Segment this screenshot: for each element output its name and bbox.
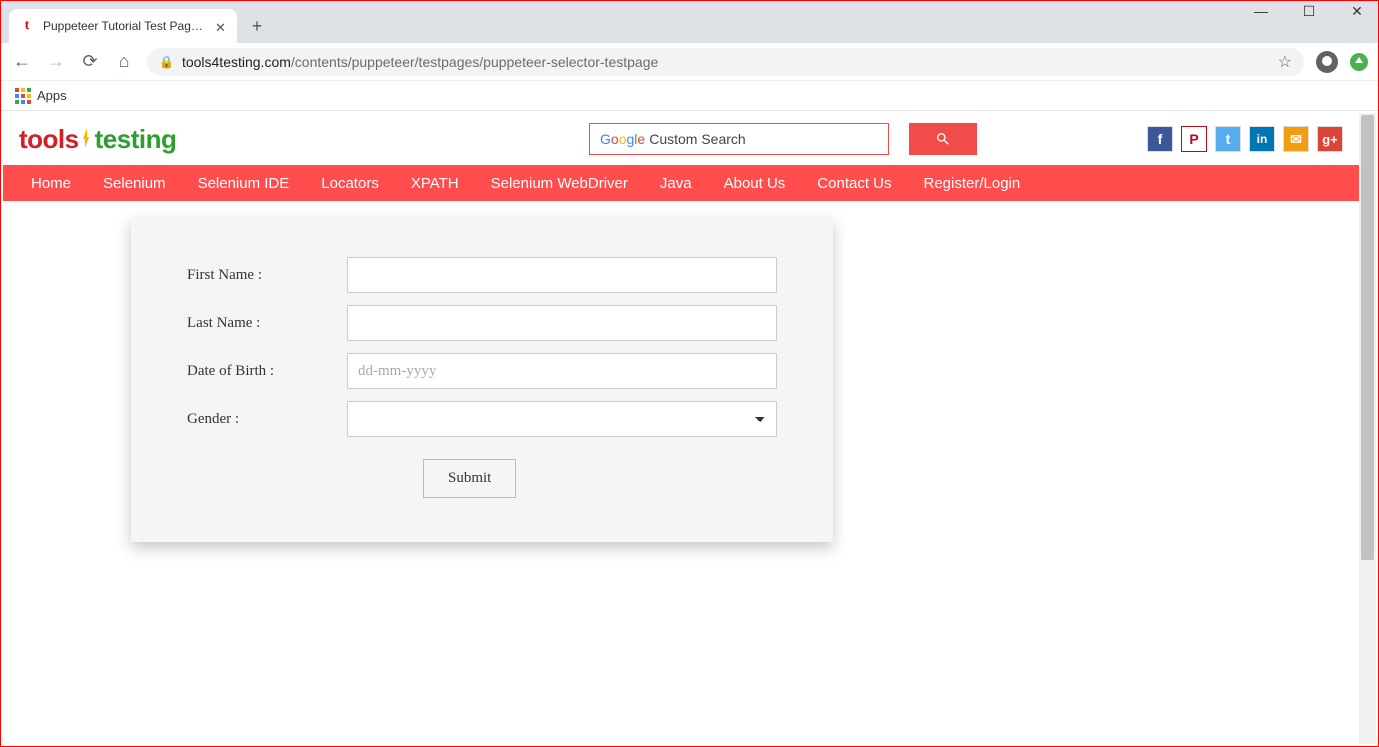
extension-icon[interactable] bbox=[1350, 53, 1368, 71]
twitter-icon[interactable]: t bbox=[1215, 126, 1241, 152]
google-custom-search-input[interactable]: Google Custom Search bbox=[589, 123, 889, 155]
main-nav: Home Selenium Selenium IDE Locators XPAT… bbox=[3, 165, 1359, 201]
last-name-label: Last Name : bbox=[187, 315, 347, 332]
lock-icon: 🔒 bbox=[159, 55, 174, 69]
gender-label: Gender : bbox=[187, 411, 347, 428]
search-button[interactable] bbox=[909, 123, 977, 155]
home-button[interactable]: ⌂ bbox=[113, 51, 135, 72]
tab-close-icon[interactable]: ✕ bbox=[215, 20, 227, 32]
first-name-label: First Name : bbox=[187, 267, 347, 284]
nav-java[interactable]: Java bbox=[644, 175, 708, 192]
form-card: First Name : Last Name : Date of Birth :… bbox=[131, 217, 833, 542]
submit-button[interactable]: Submit bbox=[423, 459, 516, 498]
pinterest-icon[interactable]: P bbox=[1181, 126, 1207, 152]
social-icons: f P t in ✉ g+ bbox=[1147, 126, 1343, 152]
nav-locators[interactable]: Locators bbox=[305, 175, 395, 192]
vertical-scrollbar[interactable] bbox=[1359, 113, 1376, 744]
nav-webdriver[interactable]: Selenium WebDriver bbox=[475, 175, 644, 192]
logo-bolt-icon bbox=[80, 128, 94, 150]
googleplus-icon[interactable]: g+ bbox=[1317, 126, 1343, 152]
logo-text-part2: testing bbox=[95, 124, 177, 155]
bookmark-star-icon[interactable]: ☆ bbox=[1278, 52, 1292, 72]
apps-grid-icon[interactable] bbox=[15, 88, 31, 104]
profile-avatar-icon[interactable] bbox=[1316, 51, 1338, 73]
search-icon bbox=[935, 131, 951, 147]
facebook-icon[interactable]: f bbox=[1147, 126, 1173, 152]
nav-contact[interactable]: Contact Us bbox=[801, 175, 907, 192]
bookmarks-bar: Apps bbox=[1, 81, 1378, 111]
url-text: tools4testing.com/contents/puppeteer/tes… bbox=[182, 54, 658, 70]
window-restore-icon[interactable]: ☐ bbox=[1294, 3, 1324, 20]
nav-register[interactable]: Register/Login bbox=[908, 175, 1037, 192]
scrollbar-thumb[interactable] bbox=[1361, 115, 1374, 560]
reload-button[interactable]: ⟳ bbox=[79, 51, 101, 72]
page-content: tools testing Google Custom Search f P t… bbox=[3, 113, 1359, 744]
nav-about[interactable]: About Us bbox=[708, 175, 802, 192]
nav-selenium[interactable]: Selenium bbox=[87, 175, 182, 192]
forward-button[interactable]: → bbox=[45, 51, 67, 72]
site-top-bar: tools testing Google Custom Search f P t… bbox=[3, 113, 1359, 165]
dob-input[interactable] bbox=[347, 353, 777, 389]
first-name-input[interactable] bbox=[347, 257, 777, 293]
last-name-input[interactable] bbox=[347, 305, 777, 341]
apps-label[interactable]: Apps bbox=[37, 88, 67, 103]
nav-selenium-ide[interactable]: Selenium IDE bbox=[182, 175, 306, 192]
linkedin-icon[interactable]: in bbox=[1249, 126, 1275, 152]
nav-xpath[interactable]: XPATH bbox=[395, 175, 475, 192]
gender-select[interactable] bbox=[347, 401, 777, 437]
nav-home[interactable]: Home bbox=[15, 175, 87, 192]
tab-favicon: t bbox=[19, 18, 35, 34]
site-logo[interactable]: tools testing bbox=[19, 124, 176, 155]
mail-icon[interactable]: ✉ bbox=[1283, 126, 1309, 152]
browser-toolbar: ← → ⟳ ⌂ 🔒 tools4testing.com/contents/pup… bbox=[1, 43, 1378, 81]
search-placeholder: Custom Search bbox=[649, 131, 745, 147]
google-logo-text: Google bbox=[600, 131, 645, 147]
new-tab-button[interactable]: + bbox=[243, 12, 271, 40]
browser-tab[interactable]: t Puppeteer Tutorial Test Page - to ✕ bbox=[9, 9, 237, 43]
tab-title: Puppeteer Tutorial Test Page - to bbox=[43, 19, 207, 33]
address-bar[interactable]: 🔒 tools4testing.com/contents/puppeteer/t… bbox=[147, 48, 1304, 76]
dob-label: Date of Birth : bbox=[187, 363, 347, 380]
browser-tab-bar: t Puppeteer Tutorial Test Page - to ✕ + … bbox=[1, 1, 1378, 43]
window-controls: — ☐ ✕ bbox=[1246, 3, 1372, 20]
logo-text-part1: tools bbox=[19, 124, 79, 155]
back-button[interactable]: ← bbox=[11, 51, 33, 72]
window-minimize-icon[interactable]: — bbox=[1246, 3, 1276, 20]
window-close-icon[interactable]: ✕ bbox=[1342, 3, 1372, 20]
